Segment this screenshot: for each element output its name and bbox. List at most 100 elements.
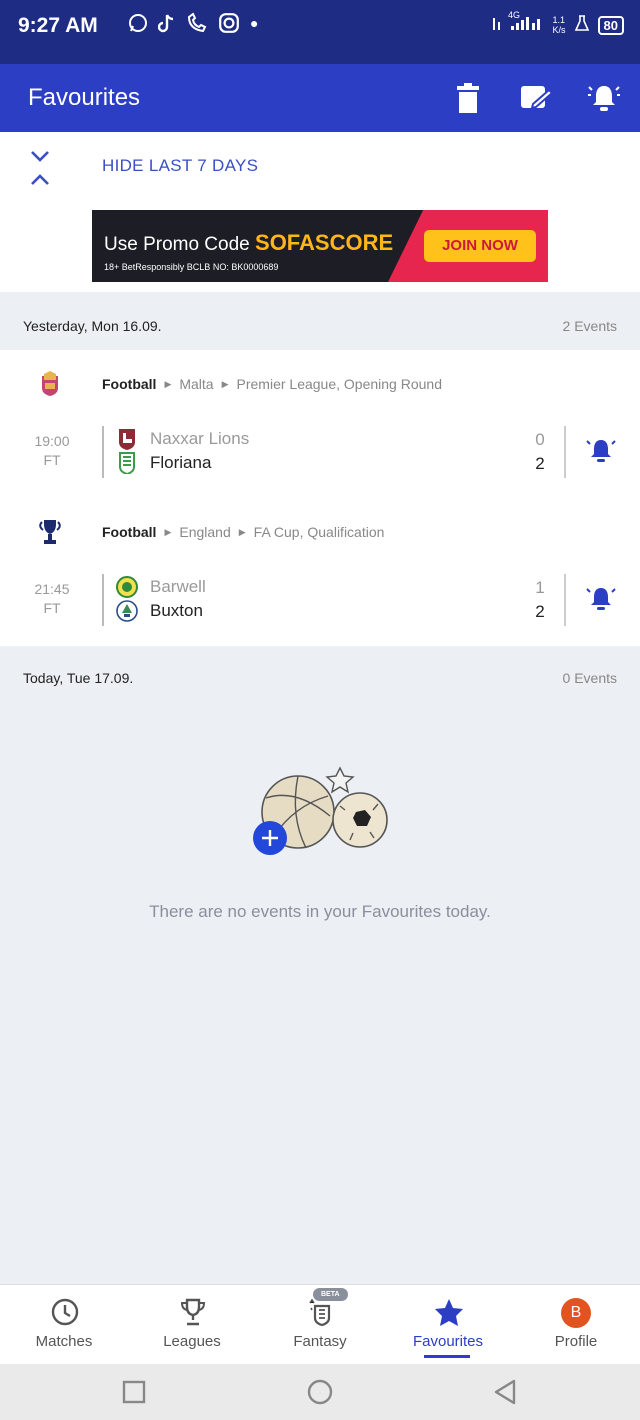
barwell-crest [116, 576, 138, 598]
breadcrumb-separator-icon: ▶ [238, 526, 246, 537]
active-indicator [424, 1355, 470, 1358]
breadcrumb-league: FA Cup, Qualification [253, 524, 385, 540]
breadcrumb-sport: Football [102, 524, 157, 540]
recents-icon[interactable] [118, 1376, 150, 1408]
match-status: FT [43, 600, 61, 616]
nav-matches[interactable]: Matches [0, 1285, 128, 1365]
collapse-icon [31, 151, 49, 185]
empty-state: There are no events in your Favourites t… [0, 760, 640, 921]
network-type: 4G [507, 10, 520, 20]
breadcrumb-separator-icon: ▶ [164, 378, 172, 389]
flask-icon [574, 14, 590, 36]
kickoff-time: 21:45 [34, 581, 70, 597]
sports-balls-illustration [253, 766, 388, 855]
match-row[interactable]: 21:45 FT Barwell Buxton 1 2 [0, 574, 640, 630]
divider [564, 574, 566, 626]
edit-icon [521, 86, 553, 110]
avatar: B [561, 1298, 591, 1328]
floriana-crest [119, 452, 135, 474]
league-row[interactable]: Football ▶ England ▶ FA Cup, Qualificati… [0, 512, 640, 552]
nav-label: Matches [35, 1333, 93, 1350]
nav-label: Favourites [412, 1333, 484, 1350]
back-icon[interactable] [490, 1376, 522, 1408]
nav-label: Fantasy [293, 1333, 347, 1350]
home-score: 1 [535, 578, 545, 597]
breadcrumb-separator-icon: ▶ [221, 378, 229, 389]
divider [102, 574, 104, 626]
home-team-name: Barwell [150, 577, 206, 596]
day-event-count: 2 Events [562, 318, 617, 334]
promo-banner[interactable]: Use Promo Code SOFASCORE 18+ BetResponsi… [92, 210, 548, 282]
nav-fantasy[interactable]: BETA Fantasy [256, 1285, 384, 1365]
home-score: 0 [535, 430, 545, 449]
fa-cup-logo [39, 520, 61, 544]
fantasy-icon [309, 1298, 331, 1327]
day-event-count: 0 Events [562, 670, 617, 686]
nav-label: Leagues [163, 1333, 221, 1350]
instagram-icon [218, 12, 240, 40]
home-team: Naxxar Lions [116, 427, 249, 451]
clock-icon [51, 1298, 79, 1326]
status-bar: 9:27 AM ● 4G 1.1 K/s 80 [0, 0, 640, 64]
bell-icon [588, 86, 620, 111]
delete-button[interactable] [448, 78, 488, 118]
notification-icons: ● [128, 12, 258, 40]
breadcrumb-separator-icon: ▶ [164, 526, 172, 537]
bottom-navigation: Matches Leagues BETA Fantasy Favourites … [0, 1284, 640, 1364]
home-team-name: Naxxar Lions [150, 429, 250, 448]
away-team: Floriana [116, 451, 211, 475]
home-team: Barwell [116, 575, 206, 599]
promo-code: SOFASCORE [255, 230, 394, 255]
kickoff-time: 19:00 [34, 433, 70, 449]
match-time: 19:00 FT [32, 432, 72, 470]
away-score: 2 [535, 602, 545, 621]
nav-leagues[interactable]: Leagues [128, 1285, 256, 1365]
nav-favourites[interactable]: Favourites [384, 1285, 512, 1365]
empty-state-message: There are no events in your Favourites t… [149, 902, 491, 921]
day-date: Yesterday, Mon 16.09. [23, 318, 162, 334]
malta-premier-league-logo [42, 371, 58, 396]
notifications-button[interactable] [584, 78, 624, 118]
away-team-name: Floriana [150, 453, 212, 472]
join-now-button[interactable]: JOIN NOW [424, 230, 536, 262]
divider [102, 426, 104, 478]
promo-small-print: 18+ BetResponsibly BCLB NO: BK0000689 [104, 262, 279, 272]
match-bell-icon[interactable] [586, 436, 616, 466]
breadcrumb-sport: Football [102, 376, 157, 392]
match-time: 21:45 FT [32, 580, 72, 618]
divider [564, 426, 566, 478]
away-score: 2 [535, 454, 545, 473]
breadcrumb: Football ▶ England ▶ FA Cup, Qualificati… [102, 524, 384, 540]
promo-text: Use Promo Code SOFASCORE [104, 230, 394, 255]
day-header: Yesterday, Mon 16.09. 2 Events [0, 296, 640, 352]
whatsapp-icon [128, 12, 148, 40]
missed-call-icon [186, 12, 208, 40]
breadcrumb-league: Premier League, Opening Round [236, 376, 442, 392]
match-bell-icon[interactable] [586, 584, 616, 614]
page-title: Favourites [28, 84, 141, 111]
buxton-crest [116, 600, 138, 622]
breadcrumb-country: England [179, 524, 231, 540]
dot-icon: ● [250, 15, 259, 31]
hide-last-days-toggle[interactable]: HIDE LAST 7 DAYS [0, 132, 640, 202]
tiktok-icon [157, 12, 176, 40]
nav-profile[interactable]: B Profile [512, 1285, 640, 1365]
system-navigation [0, 1364, 640, 1420]
away-team: Buxton [116, 599, 203, 623]
events-list: Football ▶ Malta ▶ Premier League, Openi… [0, 350, 640, 646]
hide-last-days-label: HIDE LAST 7 DAYS [102, 156, 259, 175]
battery-indicator: 80 [597, 15, 624, 35]
status-time: 9:27 AM [18, 14, 98, 37]
league-row[interactable]: Football ▶ Malta ▶ Premier League, Openi… [0, 364, 640, 404]
trophy-icon [180, 1298, 206, 1326]
naxxar-lions-crest [119, 429, 135, 450]
data-speed: 1.1 K/s [552, 15, 566, 35]
away-team-name: Buxton [150, 601, 203, 620]
match-row[interactable]: 19:00 FT Naxxar Lions Floriana 0 2 [0, 426, 640, 482]
nav-label: Profile [554, 1333, 598, 1350]
match-status: FT [43, 452, 61, 468]
breadcrumb-country: Malta [179, 376, 214, 392]
home-icon[interactable] [304, 1376, 336, 1408]
edit-button[interactable] [516, 78, 556, 118]
breadcrumb: Football ▶ Malta ▶ Premier League, Openi… [102, 376, 442, 392]
